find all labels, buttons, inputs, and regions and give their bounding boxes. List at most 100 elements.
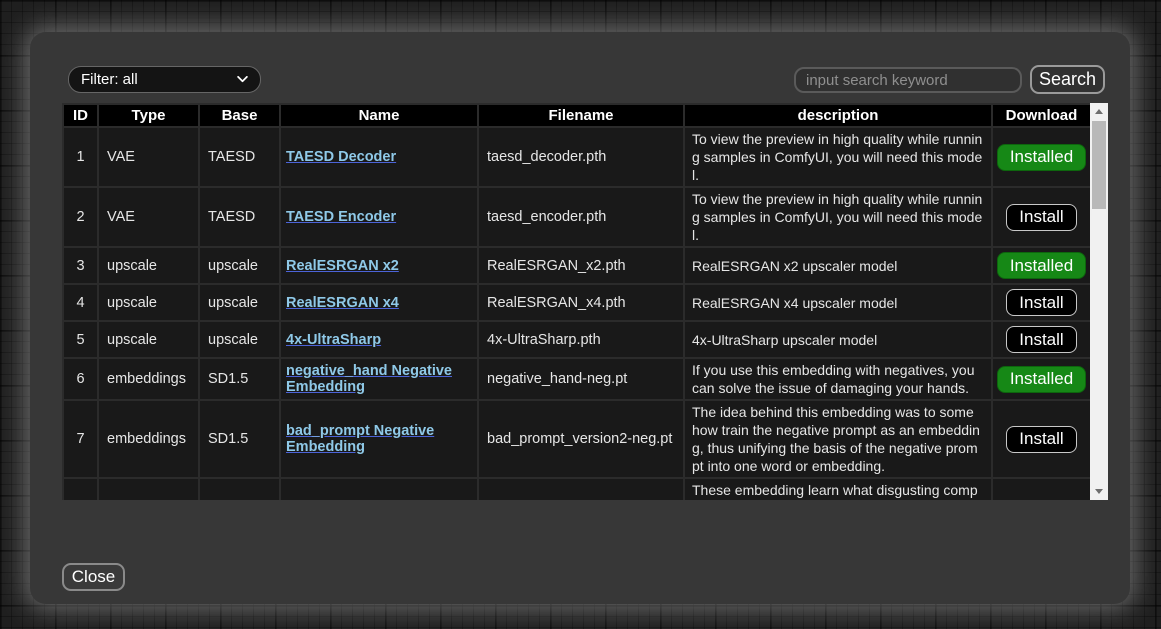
model-name-link[interactable]: RealESRGAN x2 [286, 258, 399, 274]
scroll-down-button[interactable] [1090, 483, 1108, 500]
filename-cell: 4x-UltraSharp.pth [478, 321, 684, 358]
model-name-link[interactable]: 4x-UltraSharp [286, 332, 381, 348]
installed-button[interactable]: Installed [997, 144, 1086, 171]
base-cell [199, 478, 280, 500]
description-cell: To view the preview in high quality whil… [684, 187, 992, 247]
filter-dropdown[interactable]: Filter: all [68, 66, 261, 93]
filename-cell: RealESRGAN_x4.pth [478, 284, 684, 321]
base-cell: upscale [199, 321, 280, 358]
id-cell: 4 [63, 284, 98, 321]
download-cell: Install [992, 400, 1090, 478]
type-cell: VAE [98, 187, 199, 247]
models-table-container: IDTypeBaseNameFilenamedescriptionDownloa… [62, 103, 1090, 500]
description-cell: To view the preview in high quality whil… [684, 127, 992, 187]
filename-cell: taesd_encoder.pth [478, 187, 684, 247]
description-cell: 4x-UltraSharp upscaler model [684, 321, 992, 358]
table-row: 1VAETAESD TAESD Decoder taesd_decoder.pthT… [63, 127, 1090, 187]
install-button[interactable]: Install [1006, 426, 1076, 453]
name-cell: bad_prompt Negative Embedding [280, 400, 478, 478]
arrow-down-icon [1095, 489, 1103, 494]
base-cell: SD1.5 [199, 400, 280, 478]
id-cell: 3 [63, 247, 98, 284]
model-name-link[interactable]: TAESD Encoder [286, 209, 396, 225]
search-button[interactable]: Search [1030, 65, 1105, 94]
name-cell: TAESD Encoder [280, 187, 478, 247]
table-row: 4upscaleupscaleRealESRGAN x4RealESRGAN_x… [63, 284, 1090, 321]
scrollbar-thumb[interactable] [1092, 121, 1106, 209]
close-button[interactable]: Close [62, 563, 125, 591]
base-cell: TAESD [199, 187, 280, 247]
column-header-type: Type [98, 104, 199, 127]
base-cell: SD1.5 [199, 358, 280, 400]
model-name-link[interactable]: negative_hand Negative Embedding [286, 363, 452, 395]
base-cell: TAESD [199, 127, 280, 187]
column-header-base: Base [199, 104, 280, 127]
type-cell: upscale [98, 321, 199, 358]
name-cell: negative_hand Negative Embedding [280, 358, 478, 400]
name-cell: 4x-UltraSharp [280, 321, 478, 358]
type-cell: upscale [98, 247, 199, 284]
table-row: 7embeddingsSD1.5bad_prompt Negative Embe… [63, 400, 1090, 478]
install-button[interactable]: Install [1006, 289, 1076, 316]
column-header-download: Download [992, 104, 1090, 127]
filename-cell: taesd_decoder.pth [478, 127, 684, 187]
table-header-row: IDTypeBaseNameFilenamedescriptionDownloa… [63, 104, 1090, 127]
table-row: 3upscaleupscaleRealESRGAN x2RealESRGAN_x… [63, 247, 1090, 284]
filename-cell: RealESRGAN_x2.pth [478, 247, 684, 284]
install-button[interactable]: Install [1006, 204, 1076, 231]
type-cell: VAE [98, 127, 199, 187]
base-cell: upscale [199, 284, 280, 321]
id-cell: 6 [63, 358, 98, 400]
description-cell: RealESRGAN x2 upscaler model [684, 247, 992, 284]
installed-button[interactable]: Installed [997, 252, 1086, 279]
model-name-link[interactable]: RealESRGAN x4 [286, 295, 399, 311]
filter-dropdown-value: Filter: all [81, 71, 138, 88]
scroll-up-button[interactable] [1090, 103, 1108, 120]
download-cell: Install [992, 187, 1090, 247]
type-cell: embeddings [98, 400, 199, 478]
column-header-id: ID [63, 104, 98, 127]
model-name-link[interactable]: TAESD Decoder [286, 149, 396, 165]
model-name-link[interactable]: bad_prompt Negative Embedding [286, 423, 434, 455]
arrow-up-icon [1095, 109, 1103, 114]
description-cell: The idea behind this embedding was to so… [684, 400, 992, 478]
table-row: These embedding learn what disgusting co… [63, 478, 1090, 500]
models-table: IDTypeBaseNameFilenamedescriptionDownloa… [62, 103, 1090, 500]
filename-cell: bad_prompt_version2-neg.pt [478, 400, 684, 478]
install-models-dialog: Filter: all Search IDTypeBaseNameFilenam… [30, 32, 1130, 604]
id-cell: 1 [63, 127, 98, 187]
description-cell: These embedding learn what disgusting co… [684, 478, 992, 500]
filename-cell [478, 478, 684, 500]
type-cell: embeddings [98, 358, 199, 400]
download-cell: Installed [992, 358, 1090, 400]
type-cell: upscale [98, 284, 199, 321]
column-header-name: Name [280, 104, 478, 127]
search-input[interactable] [794, 67, 1022, 93]
table-scrollbar[interactable] [1090, 103, 1108, 500]
description-cell: If you use this embedding with negatives… [684, 358, 992, 400]
filename-cell: negative_hand-neg.pt [478, 358, 684, 400]
id-cell [63, 478, 98, 500]
column-header-description: description [684, 104, 992, 127]
name-cell: RealESRGAN x4 [280, 284, 478, 321]
name-cell: TAESD Decoder [280, 127, 478, 187]
download-cell: Installed [992, 127, 1090, 187]
base-cell: upscale [199, 247, 280, 284]
name-cell: RealESRGAN x2 [280, 247, 478, 284]
download-cell: Installed [992, 247, 1090, 284]
installed-button[interactable]: Installed [997, 366, 1086, 393]
table-row: 5upscaleupscale4x-UltraSharp4x-UltraShar… [63, 321, 1090, 358]
type-cell [98, 478, 199, 500]
table-row: 6embeddingsSD1.5negative_hand Negative E… [63, 358, 1090, 400]
install-button[interactable]: Install [1006, 326, 1076, 353]
id-cell: 2 [63, 187, 98, 247]
download-cell: Install [992, 321, 1090, 358]
download-cell: Install [992, 284, 1090, 321]
chevron-down-icon [237, 76, 248, 83]
name-cell [280, 478, 478, 500]
description-cell: RealESRGAN x4 upscaler model [684, 284, 992, 321]
table-row: 2VAETAESD TAESD Encoder taesd_encoder.pthT… [63, 187, 1090, 247]
id-cell: 7 [63, 400, 98, 478]
download-cell [992, 478, 1090, 500]
id-cell: 5 [63, 321, 98, 358]
